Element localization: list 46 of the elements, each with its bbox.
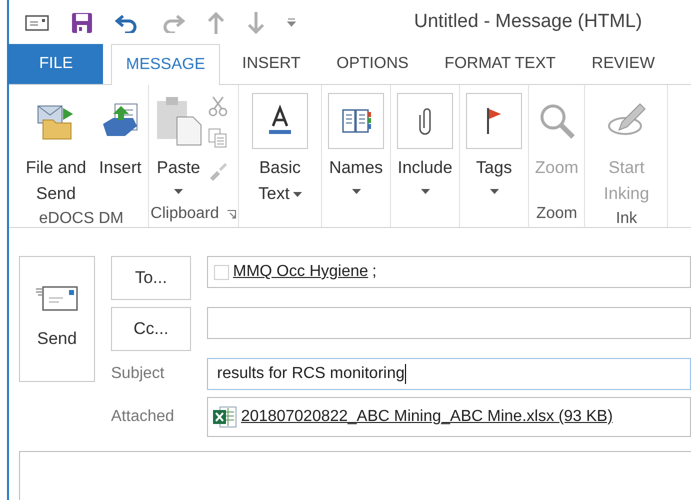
- window-title: Untitled - Message (HTML): [414, 10, 642, 34]
- subject-label: Subject: [111, 364, 166, 384]
- ribbon-button[interactable]: Names: [324, 85, 388, 201]
- undo-icon[interactable]: [115, 12, 139, 32]
- group-label: Clipboard: [150, 204, 220, 224]
- redo-icon[interactable]: [161, 12, 185, 32]
- ribbon-tab[interactable]: FILE: [9, 44, 103, 84]
- attachment-field[interactable]: 201807020822_ABC Mining_ABC Mine.xlsx (93 KB): [207, 397, 691, 437]
- ribbon-tab[interactable]: MESSAGE: [111, 44, 220, 85]
- down-arrow-icon[interactable]: [247, 12, 265, 34]
- clipboard-icon: [154, 95, 203, 147]
- group-label: Ink: [616, 209, 638, 229]
- cc-field[interactable]: [207, 307, 691, 339]
- scissors-icon[interactable]: [206, 95, 229, 117]
- subject-field[interactable]: results for RCS monitoring: [207, 358, 691, 390]
- dialog-launcher-icon[interactable]: [227, 210, 236, 218]
- cc-button[interactable]: Cc...: [111, 307, 191, 351]
- ribbon-tab[interactable]: OPTIONS: [322, 44, 423, 84]
- attachment-link[interactable]: 201807020822_ABC Mining_ABC Mine.xlsx (93 KB): [241, 405, 613, 429]
- group-label: eDOCS DM: [39, 209, 124, 229]
- paperclip-icon: [418, 108, 432, 134]
- to-button[interactable]: To...: [111, 256, 191, 300]
- ribbon-button[interactable]: Paste: [150, 85, 207, 201]
- group-label: Zoom: [536, 204, 578, 224]
- separator-text: ;: [372, 262, 377, 282]
- customize-icon[interactable]: [287, 18, 296, 27]
- ribbon-button[interactable]: Insert: [95, 85, 146, 207]
- up-arrow-icon[interactable]: [207, 12, 225, 34]
- ribbon-tab[interactable]: FORMAT TEXT: [430, 44, 570, 84]
- recipient-checkbox[interactable]: [214, 264, 229, 280]
- copy-icon[interactable]: [206, 127, 229, 149]
- ribbon-button[interactable]: File and Send: [17, 85, 95, 207]
- ribbon-tab[interactable]: REVIEW: [578, 44, 669, 84]
- save-icon[interactable]: [71, 12, 93, 34]
- spreadsheet-icon: [212, 404, 238, 430]
- envelope-icon[interactable]: [25, 14, 49, 32]
- recipient-link[interactable]: MMQ Occ Hygiene: [233, 260, 368, 284]
- ribbon-tab[interactable]: INSERT: [228, 44, 315, 84]
- attached-label: Attached: [111, 407, 176, 427]
- ribbon-button[interactable]: Basic Text: [241, 85, 320, 207]
- message-body[interactable]: [19, 451, 691, 500]
- send-button[interactable]: Send: [19, 256, 95, 382]
- envelope-icon: [35, 286, 79, 312]
- to-field[interactable]: MMQ Occ Hygiene ;: [207, 256, 691, 288]
- ribbon-button[interactable]: Include: [393, 85, 458, 201]
- ribbon-button[interactable]: Tags: [462, 85, 526, 201]
